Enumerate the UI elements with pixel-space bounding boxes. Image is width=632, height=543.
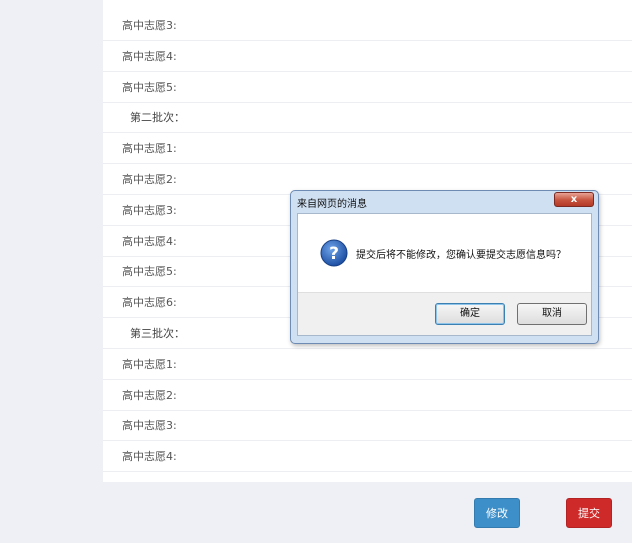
volunteer-field-label: 高中志愿6: [122,296,177,310]
volunteer-field-label: 高中志愿3: [122,419,177,433]
form-action-bar [103,482,632,543]
modify-button[interactable]: 修改 [474,498,520,528]
volunteer-field-label: 高中志愿4: [122,450,177,464]
dialog-message-area: ? 提交后将不能修改，您确认要提交志愿信息吗？ [298,214,591,292]
volunteer-field-label: 高中志愿5: [122,80,177,94]
batch-section-label: 第二批次： [130,111,185,125]
volunteer-field-row[interactable]: 高中志愿3: [103,410,632,442]
dialog-cancel-button[interactable]: 取消 [517,303,587,325]
confirm-dialog: 来自网页的消息 x ? 提交后将不能修改，您确认要提交志愿信息吗？ 确定 取消 [290,190,599,344]
dialog-footer: 确定 取消 [298,292,591,335]
dialog-ok-button[interactable]: 确定 [435,303,505,325]
volunteer-field-label: 高中志愿2: [122,173,177,186]
volunteer-field-row[interactable]: 高中志愿5: [103,72,632,103]
volunteer-field-label: 高中志愿2: [122,388,177,402]
volunteer-field-row[interactable]: 高中志愿1: [103,133,632,165]
batch-section-row: 第二批次： [103,102,632,134]
volunteer-field-row[interactable]: 高中志愿3: [103,10,632,41]
volunteer-field-row[interactable]: 高中志愿2: [103,380,632,411]
dialog-body: ? 提交后将不能修改，您确认要提交志愿信息吗？ 确定 取消 [297,213,592,336]
volunteer-field-label: 高中志愿1: [122,142,177,156]
svg-text:?: ? [329,244,339,264]
question-icon: ? [320,239,348,267]
volunteer-field-label: 高中志愿3: [122,19,177,32]
dialog-close-button[interactable]: x [554,192,594,207]
volunteer-field-label: 高中志愿4: [122,49,177,63]
application-page: 高中志愿3: 高中志愿4: 高中志愿5: 第二批次： 高中志愿1: 高中志愿2: 高中志愿3… [0,0,632,543]
volunteer-field-row[interactable]: 高中志愿1: [103,349,632,380]
submit-button[interactable]: 提交 [566,498,612,528]
volunteer-field-label: 高中志愿4: [122,234,177,248]
batch-section-label: 第三批次： [130,327,185,340]
dialog-title: 来自网页的消息 [297,199,367,210]
volunteer-field-label: 高中志愿1: [122,357,177,371]
volunteer-field-label: 高中志愿3: [122,203,177,217]
dialog-message: 提交后将不能修改，您确认要提交志愿信息吗？ [356,250,566,261]
volunteer-field-row[interactable]: 高中志愿4: [103,41,632,72]
volunteer-field-row[interactable]: 高中志愿4: [103,441,632,473]
volunteer-field-label: 高中志愿5: [122,265,177,279]
